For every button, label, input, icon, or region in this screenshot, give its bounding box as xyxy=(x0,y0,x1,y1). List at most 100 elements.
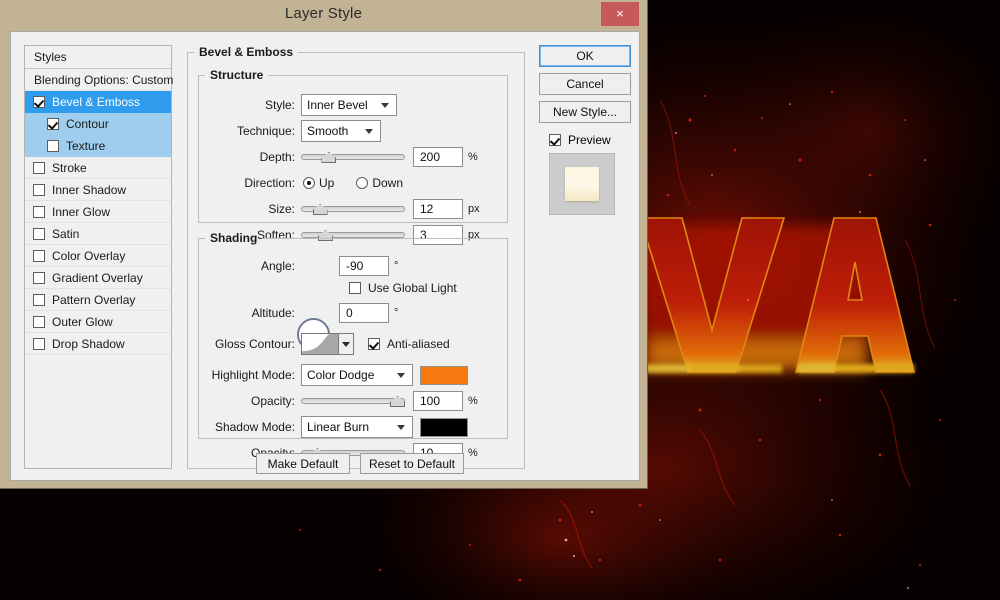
technique-label: Technique: xyxy=(236,124,295,138)
radio-down-icon xyxy=(356,177,369,189)
direction-label: Direction: xyxy=(244,176,295,190)
checkbox-icon[interactable] xyxy=(33,227,45,240)
style-list-item-drop-shadow[interactable]: Drop Shadow xyxy=(25,333,171,355)
styles-list[interactable]: Blending Options: Custom Bevel & Emboss Co… xyxy=(25,69,174,355)
chevron-down-icon xyxy=(381,103,389,108)
style-list-item-label: Drop Shadow xyxy=(52,336,125,351)
angle-input[interactable]: -90 xyxy=(339,256,389,276)
highlight-mode-value: Color Dodge xyxy=(307,368,375,382)
checkbox-icon[interactable] xyxy=(33,271,45,284)
preview-checkbox[interactable]: Preview xyxy=(549,133,631,147)
highlight-opacity-unit: % xyxy=(468,395,478,407)
altitude-input[interactable]: 0 xyxy=(339,303,389,323)
chevron-down-icon xyxy=(342,342,350,347)
altitude-unit: ° xyxy=(394,307,399,319)
size-input[interactable]: 12 xyxy=(413,199,463,219)
close-icon[interactable]: × xyxy=(601,2,639,26)
direction-radio-down[interactable]: Down xyxy=(356,176,403,190)
style-list-item-inner-shadow[interactable]: Inner Shadow xyxy=(25,179,171,201)
checkbox-icon[interactable] xyxy=(33,249,45,262)
style-list-item-label: Gradient Overlay xyxy=(52,270,143,285)
style-list-item-label: Outer Glow xyxy=(52,314,113,329)
chevron-down-icon xyxy=(397,373,405,378)
depth-unit: % xyxy=(468,151,478,163)
reset-to-default-button[interactable]: Reset to Default xyxy=(360,453,464,474)
checkbox-icon[interactable] xyxy=(33,293,45,306)
structure-title: Structure xyxy=(210,68,264,82)
angle-unit: ° xyxy=(394,260,399,272)
style-list-item-bevel-emboss[interactable]: Bevel & Emboss xyxy=(25,91,171,113)
shadow-mode-label: Shadow Mode: xyxy=(214,420,295,434)
anti-aliased-checkbox[interactable]: Anti-aliased xyxy=(368,337,450,351)
style-select-value: Inner Bevel xyxy=(307,98,368,112)
slider-track xyxy=(301,154,405,160)
styles-header: Styles xyxy=(25,46,171,69)
anti-aliased-label: Anti-aliased xyxy=(387,337,450,351)
make-default-button[interactable]: Make Default xyxy=(256,453,350,474)
radio-up-icon xyxy=(303,177,315,189)
checkbox-icon xyxy=(549,134,561,146)
styles-list-panel: Styles Blending Options: Custom Bevel & E… xyxy=(24,45,174,469)
checkbox-icon[interactable] xyxy=(33,161,45,174)
direction-up-label: Up xyxy=(319,176,335,190)
technique-select[interactable]: Smooth xyxy=(301,120,381,142)
checkbox-icon[interactable] xyxy=(33,183,45,196)
dialog-title: Layer Style xyxy=(284,5,363,22)
depth-input[interactable]: 200 xyxy=(413,147,463,167)
layer-style-dialog: Layer Style × Styles Blending Options: C… xyxy=(0,0,648,489)
preview-thumbnail xyxy=(549,153,615,215)
new-style-button[interactable]: New Style... xyxy=(539,101,631,123)
shading-title: Shading xyxy=(210,231,258,245)
shadow-mode-select[interactable]: Linear Burn xyxy=(301,416,413,438)
angle-label: Angle: xyxy=(260,259,295,273)
style-select[interactable]: Inner Bevel xyxy=(301,94,397,116)
gloss-contour-dropdown[interactable] xyxy=(339,333,354,355)
style-list-item-contour[interactable]: Contour xyxy=(25,113,171,135)
style-list-item-inner-glow[interactable]: Inner Glow xyxy=(25,201,171,223)
shadow-color-swatch[interactable] xyxy=(420,417,468,437)
structure-group: Structure Style: Inner Bevel Technique: … xyxy=(198,68,508,245)
style-list-item-label: Stroke xyxy=(52,160,87,175)
checkbox-icon[interactable] xyxy=(33,95,45,108)
checkbox-icon[interactable] xyxy=(33,315,45,328)
depth-slider[interactable] xyxy=(301,150,405,164)
style-list-item-outer-glow[interactable]: Outer Glow xyxy=(25,311,171,333)
checkbox-icon[interactable] xyxy=(47,139,59,152)
style-list-item-texture[interactable]: Texture xyxy=(25,135,171,157)
shadow-mode-value: Linear Burn xyxy=(307,420,370,434)
style-label: Style: xyxy=(264,98,295,112)
style-list-item-label: Inner Glow xyxy=(52,204,111,219)
dialog-body: Styles Blending Options: Custom Bevel & E… xyxy=(10,31,640,481)
gloss-contour-thumbnail[interactable] xyxy=(301,333,339,355)
style-list-item-gradient-overlay[interactable]: Gradient Overlay xyxy=(25,267,171,289)
technique-select-value: Smooth xyxy=(307,124,349,138)
checkbox-icon[interactable] xyxy=(47,117,59,130)
style-list-item-label: Blending Options: Custom xyxy=(34,72,174,87)
highlight-opacity-input[interactable]: 100 xyxy=(413,391,463,411)
size-label: Size: xyxy=(268,202,295,216)
checkbox-icon[interactable] xyxy=(33,205,45,218)
style-list-item-label: Satin xyxy=(52,226,80,241)
dialog-titlebar: Layer Style × xyxy=(0,0,647,31)
ok-button[interactable]: OK xyxy=(539,45,631,67)
direction-radio-up[interactable]: Up xyxy=(303,176,334,190)
checkbox-icon xyxy=(349,282,361,294)
size-slider[interactable] xyxy=(301,202,405,216)
style-list-item-stroke[interactable]: Stroke xyxy=(25,157,171,179)
use-global-light-checkbox[interactable]: Use Global Light xyxy=(349,281,457,295)
style-list-item-label: Bevel & Emboss xyxy=(52,94,141,109)
style-list-item-label: Texture xyxy=(66,138,106,153)
style-list-item-color-overlay[interactable]: Color Overlay xyxy=(25,245,171,267)
style-list-item-blending-options-custom[interactable]: Blending Options: Custom xyxy=(25,69,174,91)
checkbox-icon[interactable] xyxy=(33,337,45,350)
style-list-item-pattern-overlay[interactable]: Pattern Overlay xyxy=(25,289,171,311)
direction-down-label: Down xyxy=(372,176,404,190)
style-list-item-satin[interactable]: Satin xyxy=(25,223,171,245)
chevron-down-icon xyxy=(365,129,373,134)
highlight-mode-select[interactable]: Color Dodge xyxy=(301,364,413,386)
highlight-opacity-slider[interactable] xyxy=(301,394,405,408)
cancel-button[interactable]: Cancel xyxy=(539,73,631,95)
style-list-item-label: Pattern Overlay xyxy=(52,292,136,307)
bevel-emboss-title: Bevel & Emboss xyxy=(199,45,294,59)
highlight-color-swatch[interactable] xyxy=(420,365,468,385)
